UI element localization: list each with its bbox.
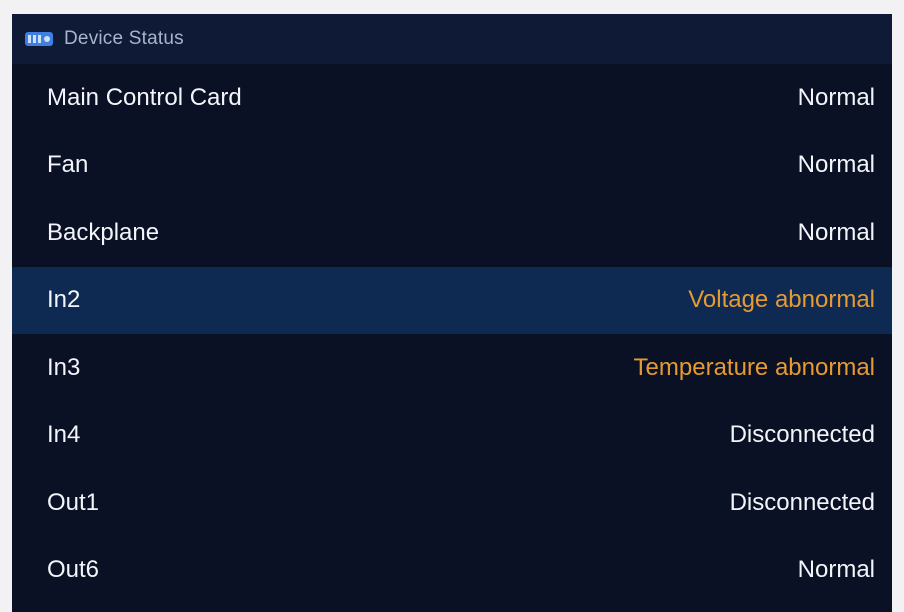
device-name: In2 — [47, 286, 81, 314]
list-item[interactable]: Fan Normal — [12, 132, 892, 200]
page-title: Device Status — [64, 28, 184, 49]
title-bar: Device Status — [12, 14, 892, 64]
device-name: Out1 — [47, 488, 100, 516]
device-name: In4 — [47, 421, 81, 449]
list-item[interactable]: Out1 Disconnected — [12, 469, 892, 537]
list-item[interactable]: Main Control Card Normal — [12, 64, 892, 132]
device-name: In3 — [47, 353, 81, 381]
device-status: Voltage abnormal — [688, 286, 875, 314]
list-item[interactable]: In2 Voltage abnormal — [12, 266, 892, 334]
device-status: Normal — [797, 556, 875, 584]
device-status: Disconnected — [729, 488, 875, 516]
device-name: Out6 — [47, 556, 100, 584]
list-item[interactable]: Backplane Normal — [12, 199, 892, 267]
list-item[interactable]: In3 Temperature abnormal — [12, 334, 892, 402]
device-status: Disconnected — [729, 421, 875, 449]
device-status: Normal — [797, 151, 875, 179]
device-status-panel: Device Status Main Control Card Normal F… — [12, 14, 892, 612]
device-name: Fan — [47, 151, 89, 179]
device-status: Normal — [797, 218, 875, 246]
device-status: Normal — [797, 83, 875, 111]
list-item[interactable]: In4 Disconnected — [12, 402, 892, 470]
device-status: Temperature abnormal — [633, 353, 875, 381]
device-status-list: Main Control Card Normal Fan Normal Back… — [12, 64, 892, 604]
device-name: Main Control Card — [47, 83, 242, 111]
list-item[interactable]: Out6 Normal — [12, 537, 892, 605]
device-icon — [24, 30, 54, 48]
device-name: Backplane — [47, 218, 160, 246]
